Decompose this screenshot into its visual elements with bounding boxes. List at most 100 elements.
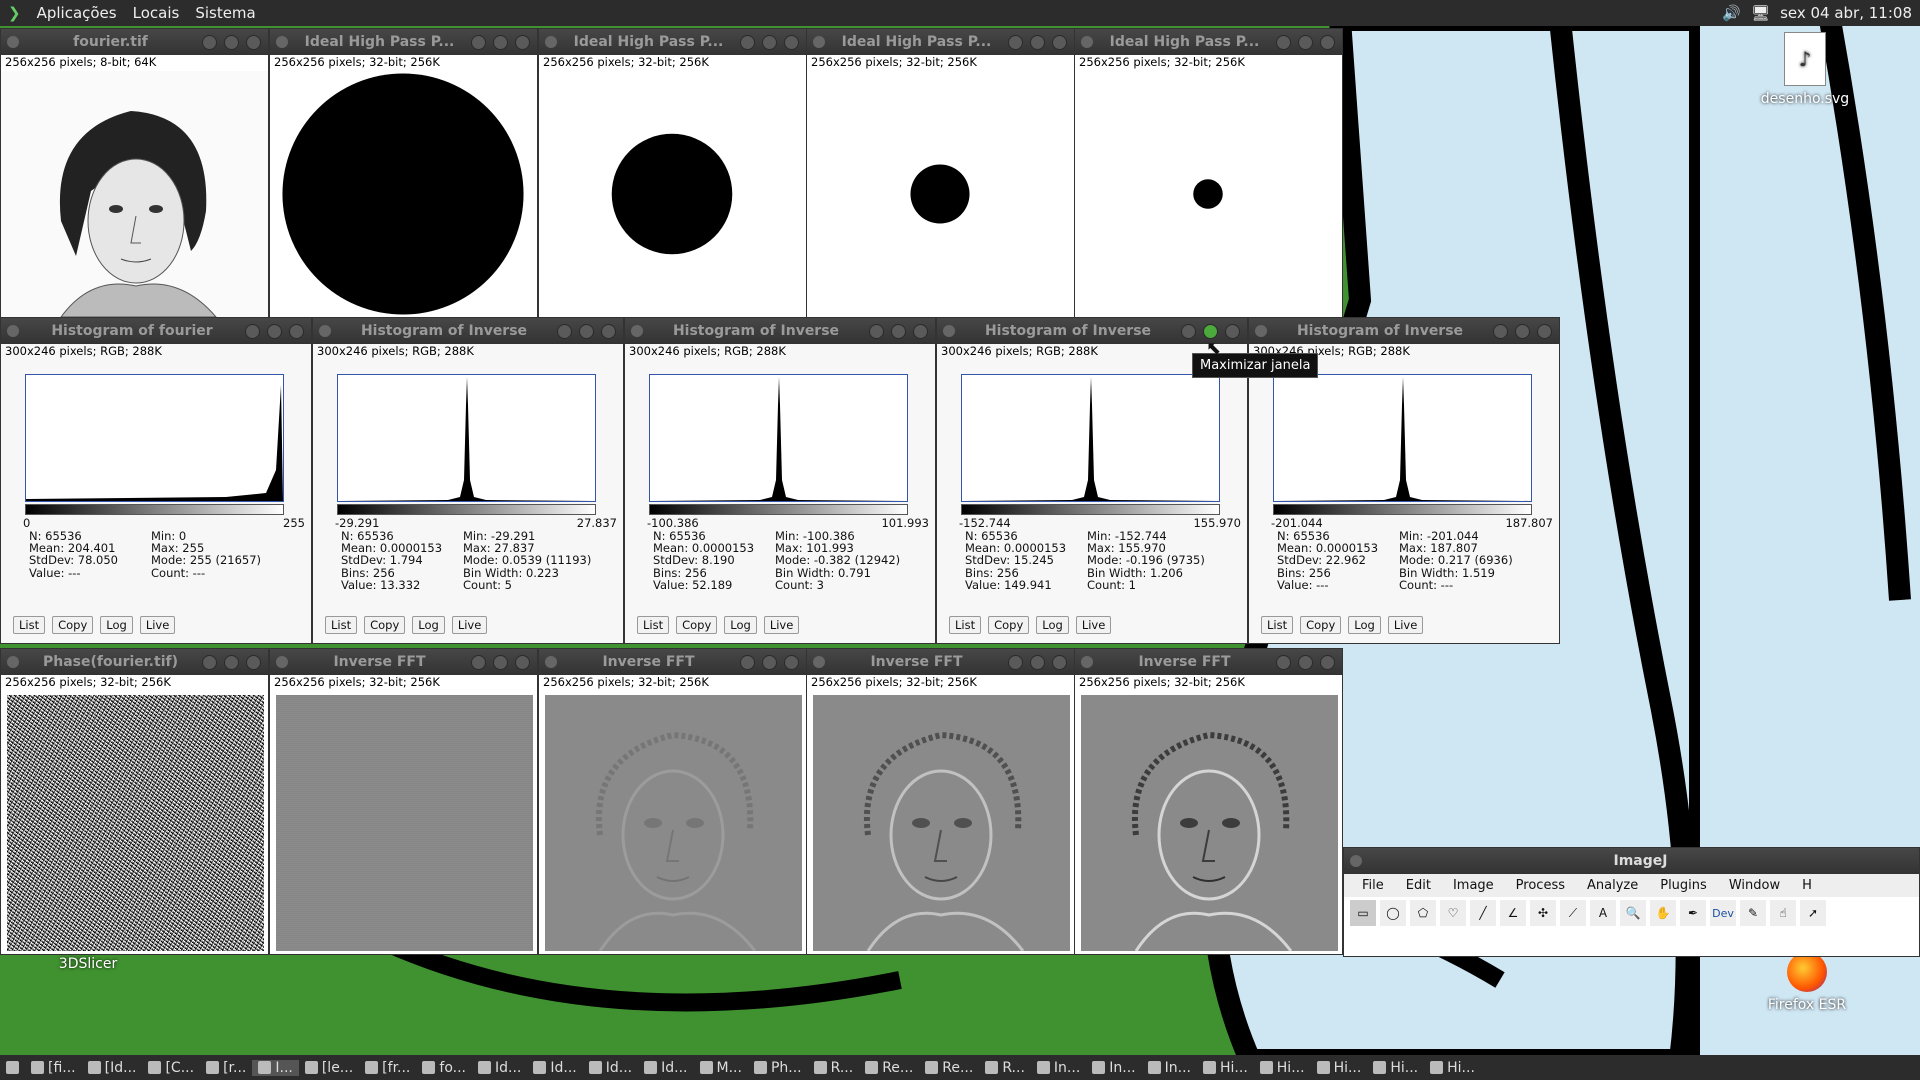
close-button[interactable]	[784, 34, 799, 50]
hist-live-button[interactable]: Live	[1075, 616, 1112, 634]
close-button[interactable]	[913, 323, 928, 339]
hist-list-button[interactable]: List	[637, 616, 670, 634]
taskbar-item[interactable]: [C...	[142, 1060, 200, 1076]
window-titlebar[interactable]: Inverse FFT	[1075, 649, 1342, 675]
taskbar-item[interactable]: R...	[808, 1060, 860, 1076]
window-menu-icon[interactable]	[943, 325, 955, 337]
histogram-plot[interactable]	[1273, 374, 1532, 502]
window-titlebar[interactable]: Histogram of fourier	[1, 318, 311, 344]
window-titlebar[interactable]: Ideal High Pass P...	[807, 29, 1074, 55]
window-titlebar[interactable]: Inverse FFT	[539, 649, 806, 675]
menu-edit[interactable]: Edit	[1406, 878, 1431, 893]
window-menu-icon[interactable]	[545, 36, 557, 48]
taskbar-item[interactable]: Id...	[527, 1060, 582, 1076]
polygon-tool-icon[interactable]: ⬠	[1410, 900, 1436, 926]
image-canvas[interactable]	[270, 71, 537, 317]
window-menu-icon[interactable]	[276, 656, 288, 668]
window-titlebar[interactable]: Histogram of Inverse	[1249, 318, 1559, 344]
desktop-icon-3dslicer[interactable]: 3DSlicer	[38, 956, 138, 972]
window-menu-icon[interactable]	[1350, 855, 1362, 867]
image-canvas[interactable]	[1081, 695, 1338, 951]
menu-plugins[interactable]: Plugins	[1660, 878, 1707, 893]
menu-help[interactable]: H	[1802, 878, 1812, 893]
maximize-button[interactable]	[1515, 323, 1530, 339]
hist-log-button[interactable]: Log	[100, 616, 133, 634]
desktop-icon-firefox[interactable]: Firefox ESR	[1752, 952, 1862, 1013]
taskbar-item[interactable]: Re...	[859, 1060, 919, 1076]
taskbar-item[interactable]: Hi...	[1254, 1060, 1311, 1076]
close-button[interactable]	[601, 323, 616, 339]
histogram-plot[interactable]	[25, 374, 284, 502]
maximize-button[interactable]	[224, 34, 239, 50]
hist-live-button[interactable]: Live	[451, 616, 488, 634]
hist-copy-button[interactable]: Copy	[364, 616, 406, 634]
menu-process[interactable]: Process	[1516, 878, 1565, 893]
maximize-button[interactable]	[1298, 34, 1313, 50]
window-menu-icon[interactable]	[276, 36, 288, 48]
close-button[interactable]	[1320, 34, 1335, 50]
window-menu-icon[interactable]	[813, 656, 825, 668]
taskbar-item[interactable]: [fi...	[25, 1060, 82, 1076]
network-icon[interactable]: 🖥	[1751, 4, 1770, 22]
menu-locais[interactable]: Locais	[125, 4, 188, 22]
maximize-button[interactable]	[891, 323, 906, 339]
pencil-tool-icon[interactable]: ✎	[1740, 900, 1766, 926]
minimize-button[interactable]	[740, 34, 755, 50]
hist-copy-button[interactable]: Copy	[676, 616, 718, 634]
hist-log-button[interactable]: Log	[724, 616, 757, 634]
maximize-button[interactable]	[762, 654, 777, 670]
rectangle-tool-icon[interactable]: ▭	[1350, 900, 1376, 926]
close-button[interactable]	[1225, 323, 1240, 339]
hist-list-button[interactable]: List	[13, 616, 46, 634]
hand-tool-icon[interactable]: ✋	[1650, 900, 1676, 926]
show-desktop-icon[interactable]	[0, 1061, 25, 1074]
hist-list-button[interactable]: List	[1261, 616, 1294, 634]
minimize-button[interactable]	[557, 323, 572, 339]
window-titlebar[interactable]: Inverse FFT	[270, 649, 537, 675]
window-menu-icon[interactable]	[319, 325, 331, 337]
window-menu-icon[interactable]	[7, 325, 19, 337]
window-menu-icon[interactable]	[1081, 36, 1093, 48]
minimize-button[interactable]	[1276, 654, 1291, 670]
dropper-tool-icon[interactable]: ✒	[1680, 900, 1706, 926]
minimize-button[interactable]	[869, 323, 884, 339]
angle-tool-icon[interactable]: ∠	[1500, 900, 1526, 926]
arrow-tool-icon[interactable]: ➚	[1800, 900, 1826, 926]
histogram-plot[interactable]	[337, 374, 596, 502]
minimize-button[interactable]	[1181, 323, 1196, 339]
taskbar-item[interactable]: In...	[1142, 1060, 1197, 1076]
window-titlebar[interactable]: Histogram of Inverse	[937, 318, 1247, 344]
clock[interactable]: sex 04 abr, 11:08	[1780, 4, 1912, 22]
close-button[interactable]	[515, 34, 530, 50]
window-titlebar[interactable]: Histogram of Inverse	[625, 318, 935, 344]
menu-analyze[interactable]: Analyze	[1587, 878, 1638, 893]
image-canvas[interactable]	[1, 71, 268, 317]
window-menu-icon[interactable]	[7, 36, 19, 48]
histogram-plot[interactable]	[961, 374, 1220, 502]
taskbar-item[interactable]: [r...	[200, 1060, 252, 1076]
hist-log-button[interactable]: Log	[1036, 616, 1069, 634]
taskbar-item[interactable]: Id...	[583, 1060, 638, 1076]
maximize-button[interactable]	[762, 34, 777, 50]
taskbar-item[interactable]: Id...	[638, 1060, 693, 1076]
taskbar-item[interactable]: Hi...	[1197, 1060, 1254, 1076]
taskbar-item[interactable]: In...	[1086, 1060, 1141, 1076]
maximize-button[interactable]	[1030, 654, 1045, 670]
close-button[interactable]	[784, 654, 799, 670]
freehand-tool-icon[interactable]: ♡	[1440, 900, 1466, 926]
window-titlebar[interactable]: Ideal High Pass P...	[539, 29, 806, 55]
taskbar-item[interactable]: Ph...	[748, 1060, 808, 1076]
minimize-button[interactable]	[245, 323, 260, 339]
brush-tool-icon[interactable]: ☝	[1770, 900, 1796, 926]
image-canvas[interactable]	[7, 695, 264, 951]
taskbar-item[interactable]: Hi...	[1367, 1060, 1424, 1076]
hist-live-button[interactable]: Live	[763, 616, 800, 634]
taskbar-item[interactable]: [Id...	[82, 1060, 143, 1076]
taskbar-item[interactable]: Hi...	[1424, 1060, 1481, 1076]
window-menu-icon[interactable]	[7, 656, 19, 668]
minimize-button[interactable]	[1276, 34, 1291, 50]
hist-list-button[interactable]: List	[325, 616, 358, 634]
magnifier-tool-icon[interactable]: 🔍	[1620, 900, 1646, 926]
hist-log-button[interactable]: Log	[1348, 616, 1381, 634]
apps-menu-icon[interactable]: ❯	[0, 4, 29, 22]
